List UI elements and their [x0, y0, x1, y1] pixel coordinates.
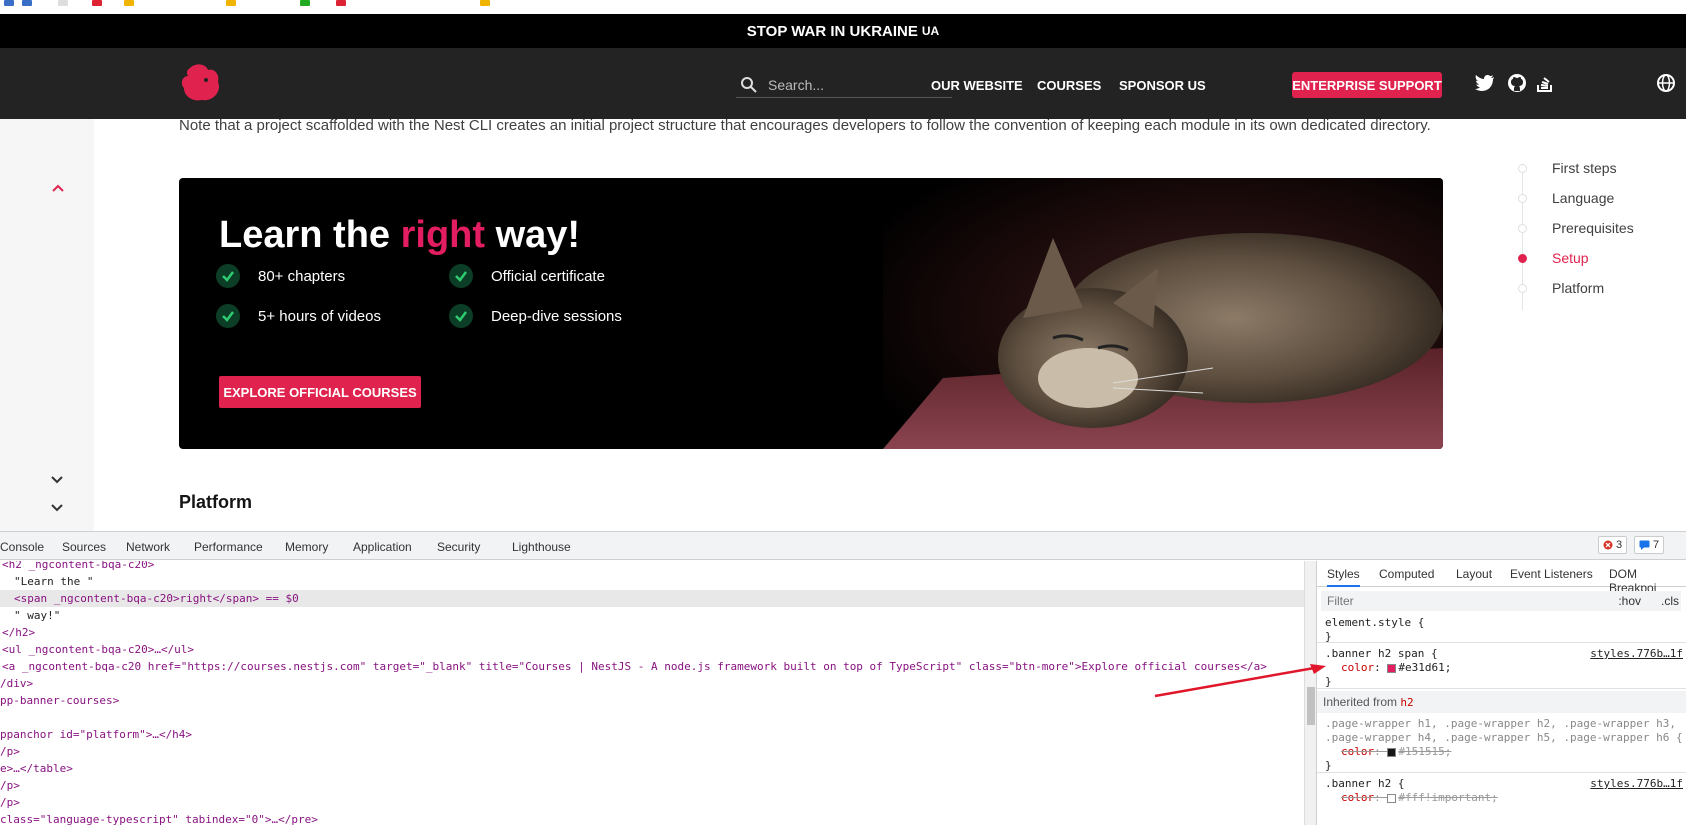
devtools-tabs: Console Sources Network Performance Memo… — [0, 532, 1686, 560]
tab-security[interactable]: Security — [437, 540, 480, 554]
toc-dot — [1518, 194, 1527, 203]
dom-line[interactable]: /p> — [0, 743, 1304, 760]
feature-item: Official certificate — [449, 264, 605, 288]
search-box[interactable] — [736, 72, 952, 98]
toc-dot — [1518, 224, 1527, 233]
tab-event-listeners[interactable]: Event Listeners — [1510, 567, 1593, 581]
check-icon — [216, 264, 240, 288]
check-icon — [216, 304, 240, 328]
error-icon — [1603, 540, 1613, 550]
nestjs-logo-icon[interactable] — [178, 62, 222, 104]
nav-courses[interactable]: COURSES — [1037, 78, 1101, 93]
rule-banner-h2-span: .banner h2 span { styles.776b…1f color: … — [1317, 645, 1686, 689]
message-icon — [1639, 540, 1650, 550]
explore-courses-button[interactable]: EXPLORE OFFICIAL COURSES — [219, 376, 421, 408]
section-heading-platform: Platform — [179, 492, 253, 512]
dom-line[interactable]: <ul _ngcontent-bqa-c20>…</ul> — [0, 641, 1304, 658]
stackoverflow-icon[interactable] — [1535, 73, 1555, 93]
dom-line[interactable]: class="language-typescript" tabindex="0"… — [0, 811, 1304, 825]
rule-element-style: element.style { } — [1317, 615, 1686, 643]
enterprise-support-button[interactable]: ENTERPRISE SUPPORT — [1292, 72, 1442, 98]
color-swatch[interactable] — [1387, 747, 1397, 757]
styles-filter-input[interactable] — [1321, 591, 1591, 611]
dom-line-selected[interactable]: <span _ngcontent-bqa-c20>right</span> ==… — [0, 590, 1304, 607]
rule-page-wrapper-headings: .page-wrapper h1, .page-wrapper h2, .pag… — [1317, 715, 1686, 773]
banner-title: Learn the right way! — [219, 214, 581, 256]
dom-line[interactable]: pp-banner-courses> — [0, 692, 1304, 709]
check-icon — [449, 264, 473, 288]
message-count-badge[interactable]: 7 — [1634, 536, 1665, 554]
dom-line[interactable]: "Learn the " — [0, 573, 1304, 590]
nav-our-website[interactable]: OUR WEBSITE — [931, 78, 1023, 93]
top-navigation: OUR WEBSITE COURSES SPONSOR US ENTERPRIS… — [0, 48, 1686, 119]
stop-war-banner[interactable]: STOP WAR IN UKRAINE UA — [0, 14, 1686, 48]
tab-lighthouse[interactable]: Lighthouse — [512, 540, 571, 554]
rule-banner-h2: .banner h2 { styles.776b…1f color: #fff!… — [1325, 777, 1683, 804]
inherited-from-header: Inherited from h2 — [1317, 691, 1686, 713]
rule-source-link[interactable]: styles.776b…1f — [1590, 777, 1683, 790]
check-icon — [449, 304, 473, 328]
dom-line[interactable]: /div> — [0, 675, 1304, 692]
dom-line[interactable]: /p> — [0, 794, 1304, 811]
tab-console[interactable]: Console — [0, 540, 44, 554]
tab-application[interactable]: Application — [353, 540, 412, 554]
twitter-icon[interactable] — [1475, 73, 1495, 93]
sleeping-cat-image — [883, 178, 1443, 449]
dom-line[interactable]: e>…</table> — [0, 760, 1304, 777]
nav-sponsor-us[interactable]: SPONSOR US — [1119, 78, 1206, 93]
toc-item-language[interactable]: Language — [1552, 190, 1614, 206]
color-swatch[interactable] — [1387, 663, 1397, 673]
dom-line[interactable]: " way!" — [0, 607, 1304, 624]
toc-item-platform[interactable]: Platform — [1552, 280, 1604, 296]
rule-source-link[interactable]: styles.776b…1f — [1590, 647, 1683, 660]
toc-dot — [1518, 284, 1527, 293]
elements-tree[interactable]: <h2 _ngcontent-bqa-c20> "Learn the " <sp… — [0, 561, 1304, 825]
ua-flag-label: UA — [921, 24, 940, 38]
error-count-badge[interactable]: 3 — [1598, 536, 1628, 554]
bookmarks-bar — [0, 0, 1686, 14]
dom-line[interactable]: /p> — [0, 777, 1304, 794]
tab-layout[interactable]: Layout — [1456, 567, 1492, 581]
toc-item-prerequisites[interactable]: Prerequisites — [1552, 220, 1634, 236]
toc-dot — [1518, 164, 1527, 173]
devtools-panel: Console Sources Network Performance Memo… — [0, 531, 1686, 825]
courses-banner: Learn the right way! 80+ chapters Offici… — [179, 178, 1443, 449]
toc-dot-active — [1518, 254, 1527, 263]
styles-tabs: Styles Computed Layout Event Listeners D… — [1317, 561, 1686, 595]
github-icon[interactable] — [1507, 73, 1527, 93]
globe-icon[interactable] — [1656, 73, 1676, 93]
dom-line[interactable]: <h2 _ngcontent-bqa-c20> — [0, 561, 1304, 573]
content-note: Note that a project scaffolded with the … — [179, 117, 1431, 134]
hov-toggle[interactable]: :hov — [1618, 594, 1641, 608]
dom-line[interactable]: ppanchor id="platform">…</h4> — [0, 726, 1304, 743]
feature-item: 5+ hours of videos — [216, 304, 381, 328]
color-swatch[interactable] — [1387, 793, 1397, 803]
dom-line[interactable] — [0, 709, 1304, 726]
search-input[interactable] — [766, 75, 936, 94]
annotation-arrow — [1154, 664, 1326, 698]
chevron-down-icon[interactable] — [50, 503, 64, 513]
banner-title-highlight: right — [400, 214, 486, 256]
dom-line[interactable]: </h2> — [0, 624, 1304, 641]
dom-line[interactable]: <a _ngcontent-bqa-c20 href="https://cour… — [0, 658, 1304, 675]
toc-item-setup[interactable]: Setup — [1552, 250, 1589, 266]
tab-memory[interactable]: Memory — [285, 540, 328, 554]
chevron-down-icon[interactable] — [50, 475, 64, 485]
tab-network[interactable]: Network — [126, 540, 170, 554]
tab-styles[interactable]: Styles — [1327, 567, 1360, 587]
tab-sources[interactable]: Sources — [62, 540, 106, 554]
chevron-up-icon[interactable] — [51, 183, 65, 193]
styles-pane: Styles Computed Layout Event Listeners D… — [1316, 561, 1686, 825]
feature-item: Deep-dive sessions — [449, 304, 622, 328]
tab-computed[interactable]: Computed — [1379, 567, 1434, 581]
tab-performance[interactable]: Performance — [194, 540, 263, 554]
search-icon — [741, 76, 757, 93]
feature-item: 80+ chapters — [216, 264, 345, 288]
stop-war-text: STOP WAR IN UKRAINE — [746, 22, 918, 40]
left-sidebar — [0, 119, 94, 531]
cls-toggle[interactable]: .cls — [1661, 594, 1679, 608]
toc-item-first-steps[interactable]: First steps — [1552, 160, 1617, 176]
styles-filter: :hov .cls — [1321, 591, 1681, 611]
